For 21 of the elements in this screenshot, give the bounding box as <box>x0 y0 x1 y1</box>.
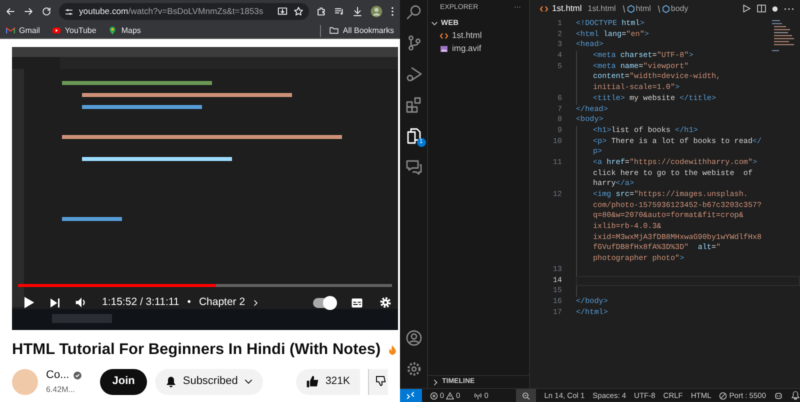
bookmark-link[interactable]: Gmail <box>6 24 40 36</box>
video-title: HTML Tutorial For Beginners In Hindi (With Notes) <box>12 340 381 360</box>
join-button[interactable]: Join <box>100 368 147 394</box>
url-text: youtube.com/watch?v=BsDoLVMnmZs&t=1853s <box>79 5 264 18</box>
like-button[interactable]: 321K <box>296 368 360 394</box>
breadcrumb-item[interactable]: body <box>656 2 688 14</box>
bookmark-link[interactable]: Maps <box>108 24 141 36</box>
video-time: 1:15:52 / 3:11:11 <box>102 295 180 310</box>
address-bar[interactable]: youtube.com/watch?v=BsDoLVMnmZs&t=1853s <box>59 3 309 20</box>
bookmark-link[interactable]: YouTube <box>52 24 96 36</box>
subscriber-count: 6.42M... <box>46 384 76 396</box>
breadcrumb-item[interactable]: 1st.html <box>588 2 616 14</box>
editor-tab[interactable]: 1st.html <box>540 2 582 15</box>
file-item[interactable]: 1st.html <box>428 29 529 42</box>
channel-name[interactable]: Co... <box>46 367 70 384</box>
subscribed-button[interactable]: Subscribed <box>154 368 263 394</box>
all-bookmarks-link[interactable]: All Bookmarks <box>320 24 394 36</box>
file-item[interactable]: img.avif <box>428 42 529 55</box>
bullet-separator: • <box>187 295 191 310</box>
breadcrumb-item[interactable]: html <box>622 2 651 14</box>
chapter-link[interactable]: Chapter 2 <box>198 295 260 311</box>
